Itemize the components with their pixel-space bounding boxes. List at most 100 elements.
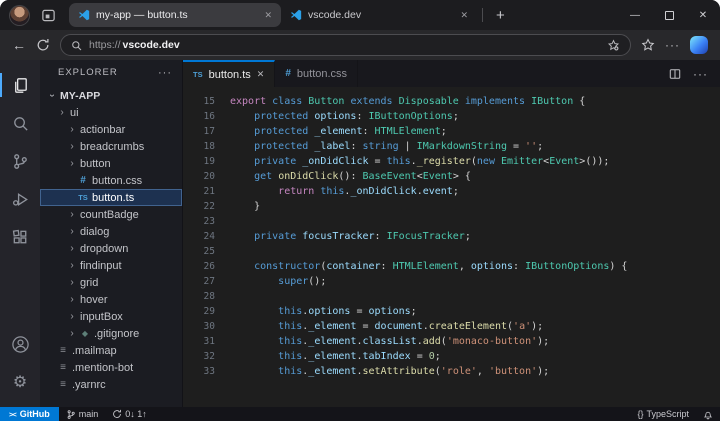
back-button[interactable]: ← (12, 38, 26, 52)
settings-gear-icon[interactable]: ⚙ (0, 363, 40, 401)
accounts-icon[interactable] (0, 325, 40, 363)
file-mention-bot[interactable]: ≡.mention-bot (40, 359, 182, 376)
code-text: this._element = document.createElement('… (215, 319, 543, 334)
code-text: this._element.classList.add('monaco-butt… (215, 334, 549, 349)
folder-findinput[interactable]: ›findinput (40, 257, 182, 274)
tree-item-label: dropdown (80, 243, 128, 255)
copilot-icon[interactable] (690, 36, 708, 54)
browser-tab-my-app[interactable]: my-app — button.ts ✕ (69, 3, 281, 27)
sync-indicator[interactable]: 0↓ 1↑ (105, 407, 154, 421)
close-window-button[interactable]: ✕ (686, 0, 720, 30)
editor-more-icon[interactable]: ··· (693, 67, 708, 81)
line-number: 20 (183, 169, 215, 184)
tree-item-label: button (80, 158, 111, 170)
file-file-icon: ≡ (56, 379, 70, 390)
minimize-button[interactable]: — (618, 0, 652, 30)
close-editor-icon[interactable]: ✕ (257, 69, 265, 80)
favorites-icon[interactable] (641, 38, 655, 52)
maximize-button[interactable] (652, 0, 686, 30)
code-text: } (215, 199, 260, 214)
file-gitignore[interactable]: ›◆.gitignore (40, 325, 182, 342)
code-line-32[interactable]: 32 this._element.tabIndex = 0; (183, 349, 720, 364)
folder-grid[interactable]: ›grid (40, 274, 182, 291)
folder-my-app[interactable]: ›MY-APP (40, 87, 182, 104)
browser-tab-vscode-dev[interactable]: vscode.dev ✕ (281, 3, 477, 27)
close-tab-icon[interactable]: ✕ (460, 10, 468, 21)
code-line-33[interactable]: 33 this._element.setAttribute('role', 'b… (183, 364, 720, 379)
activity-extensions-icon[interactable] (0, 218, 40, 256)
code-line-15[interactable]: 15export class Button extends Disposable… (183, 94, 720, 109)
folder-button[interactable]: ›button (40, 155, 182, 172)
file-button-css[interactable]: #button.css (40, 172, 182, 189)
code-line-31[interactable]: 31 this._element.classList.add('monaco-b… (183, 334, 720, 349)
code-line-26[interactable]: 26 constructor(container: HTMLElement, o… (183, 259, 720, 274)
editor-actions: ··· (669, 60, 720, 87)
language-mode[interactable]: {} TypeScript (630, 407, 696, 421)
activity-bar: ⚙ (0, 60, 40, 407)
line-number: 23 (183, 214, 215, 229)
code-text: private focusTracker: IFocusTracker; (215, 229, 471, 244)
line-number: 32 (183, 349, 215, 364)
folder-dropdown[interactable]: ›dropdown (40, 240, 182, 257)
code-line-24[interactable]: 24 private focusTracker: IFocusTracker; (183, 229, 720, 244)
close-tab-icon[interactable]: ✕ (264, 10, 272, 21)
file-file-icon: ≡ (56, 345, 70, 356)
sync-icon (112, 409, 122, 419)
tree-item-label: .mailmap (72, 345, 117, 357)
folder-countbadge[interactable]: ›countBadge (40, 206, 182, 223)
editor-tab-button-ts[interactable]: TS button.ts ✕ (183, 60, 275, 87)
address-bar[interactable]: https:// vscode.dev (60, 34, 631, 56)
remote-indicator[interactable]: >< GitHub (0, 407, 59, 421)
new-tab-button[interactable]: + (488, 7, 513, 24)
folder-actionbar[interactable]: ›actionbar (40, 121, 182, 138)
folder-dialog[interactable]: ›dialog (40, 223, 182, 240)
code-line-18[interactable]: 18 protected _label: string | IMarkdownS… (183, 139, 720, 154)
tab-separator (482, 8, 483, 22)
chevron-right-icon: › (66, 328, 78, 339)
chevron-right-icon: › (66, 294, 78, 305)
add-favorite-icon[interactable] (607, 39, 620, 52)
code-line-25[interactable]: 25 (183, 244, 720, 259)
browser-menu-icon[interactable]: ··· (665, 38, 680, 52)
editor-tab-button-css[interactable]: # button.css (275, 60, 358, 87)
code-line-27[interactable]: 27 super(); (183, 274, 720, 289)
folder-ui[interactable]: ›ui (40, 104, 182, 121)
code-line-22[interactable]: 22 } (183, 199, 720, 214)
activity-source-control-icon[interactable] (0, 142, 40, 180)
code-line-30[interactable]: 30 this._element = document.createElemen… (183, 319, 720, 334)
code-text (215, 214, 230, 229)
folder-inputbox[interactable]: ›inputBox (40, 308, 182, 325)
activity-search-icon[interactable] (0, 104, 40, 142)
line-number: 17 (183, 124, 215, 139)
tab-workspaces-icon[interactable] (35, 2, 61, 28)
code-line-16[interactable]: 16 protected options: IButtonOptions; (183, 109, 720, 124)
refresh-button[interactable] (36, 38, 50, 52)
code-area[interactable]: 15export class Button extends Disposable… (183, 87, 720, 407)
explorer-header: EXPLORER ··· (40, 60, 182, 85)
file-button-ts[interactable]: TSbutton.ts (40, 189, 182, 206)
code-line-19[interactable]: 19 private _onDidClick = this._register(… (183, 154, 720, 169)
code-line-23[interactable]: 23 (183, 214, 720, 229)
file-yarnrc[interactable]: ≡.yarnrc (40, 376, 182, 393)
activity-explorer-icon[interactable] (0, 66, 40, 104)
folder-breadcrumbs[interactable]: ›breadcrumbs (40, 138, 182, 155)
code-line-28[interactable]: 28 (183, 289, 720, 304)
tree-item-label: inputBox (80, 311, 123, 323)
profile-avatar[interactable] (10, 6, 29, 25)
explorer-more-icon[interactable]: ··· (158, 67, 172, 79)
code-line-20[interactable]: 20 get onDidClick(): BaseEvent<Event> { (183, 169, 720, 184)
code-line-17[interactable]: 17 protected _element: HTMLElement; (183, 124, 720, 139)
branch-indicator[interactable]: main (59, 407, 106, 421)
line-number: 31 (183, 334, 215, 349)
branch-label: main (79, 409, 99, 419)
browser-titlebar: my-app — button.ts ✕ vscode.dev ✕ + — ✕ (0, 0, 720, 30)
notifications-bell[interactable] (696, 407, 720, 421)
file-mailmap[interactable]: ≡.mailmap (40, 342, 182, 359)
code-line-21[interactable]: 21 return this._onDidClick.event; (183, 184, 720, 199)
activity-run-debug-icon[interactable] (0, 180, 40, 218)
search-icon (71, 40, 82, 51)
window-controls: — ✕ (618, 0, 720, 30)
folder-hover[interactable]: ›hover (40, 291, 182, 308)
code-line-29[interactable]: 29 this.options = options; (183, 304, 720, 319)
split-editor-icon[interactable] (669, 68, 681, 80)
